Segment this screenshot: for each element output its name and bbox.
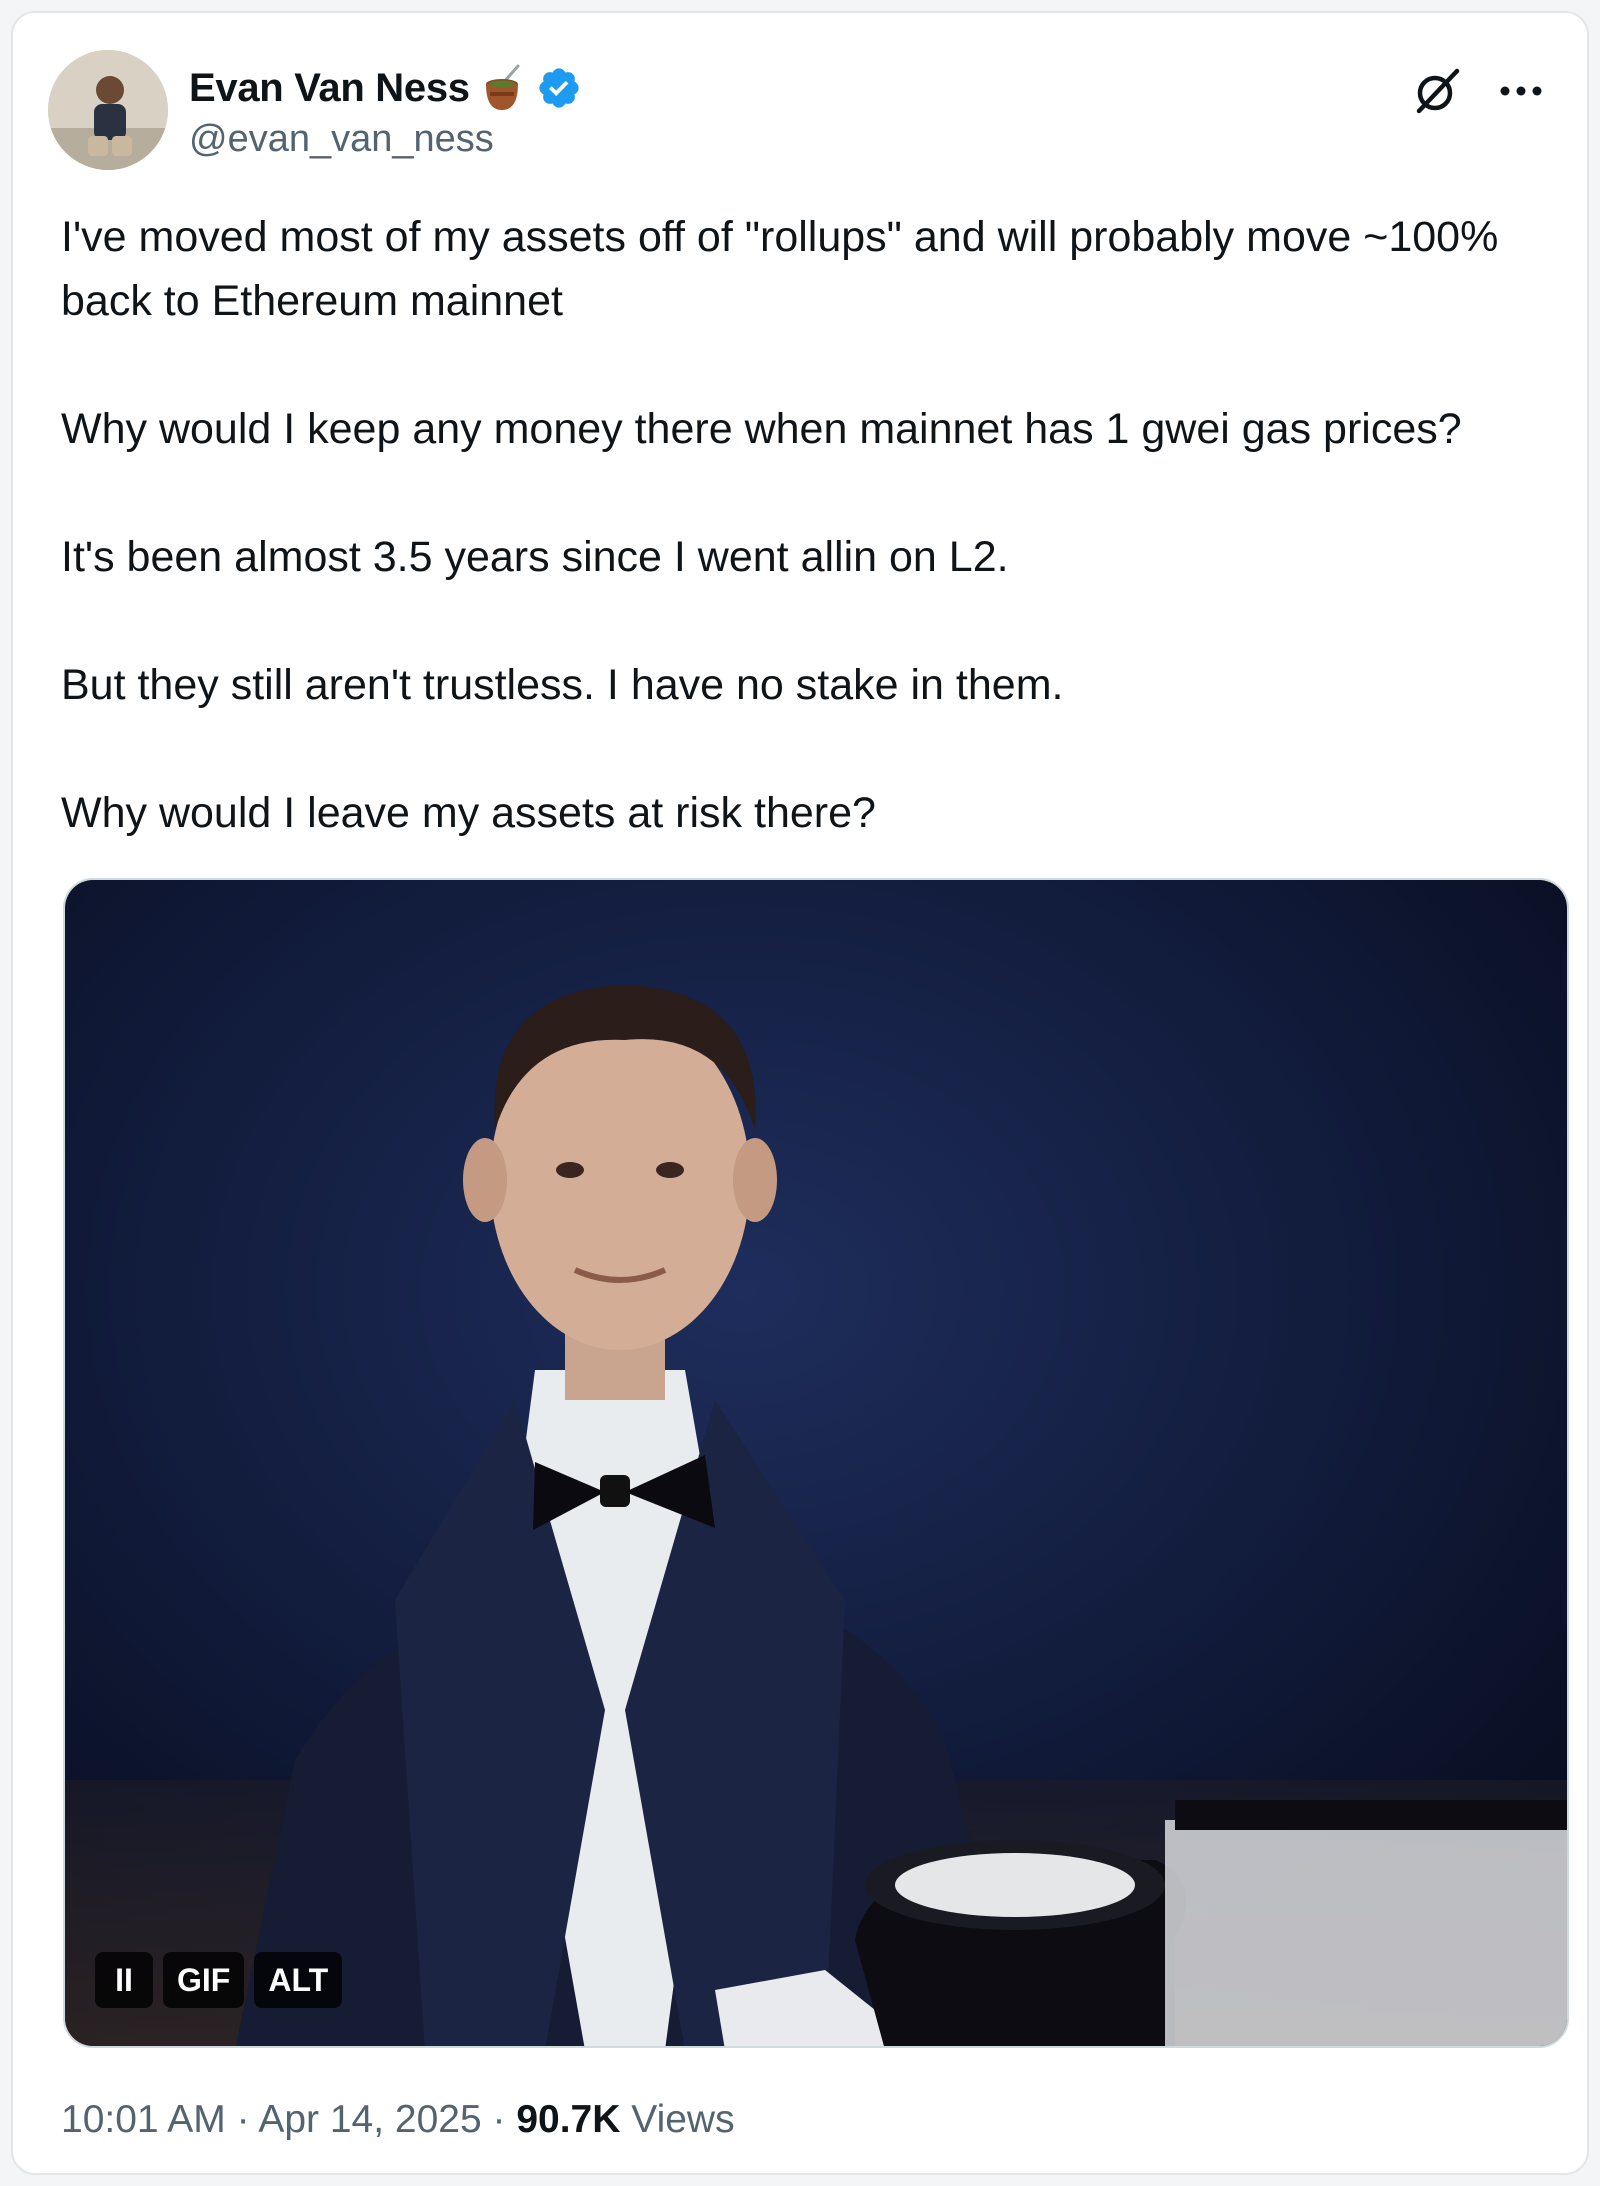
views-label: Views bbox=[631, 2098, 735, 2141]
meta-separator: · bbox=[236, 2098, 250, 2141]
tweet-card: Evan Van Ness @evan_van_ness I've moved … bbox=[11, 11, 1589, 2175]
tweet-paragraph: It's been almost 3.5 years since I went … bbox=[61, 533, 1009, 581]
pause-button[interactable]: II bbox=[95, 1952, 153, 2008]
gif-media[interactable]: II GIF ALT bbox=[63, 878, 1569, 2048]
views-count: 90.7K bbox=[516, 2098, 621, 2141]
more-icon[interactable] bbox=[1499, 81, 1543, 101]
tweet-paragraph: Why would I leave my assets at risk ther… bbox=[61, 789, 876, 837]
gif-frame bbox=[65, 880, 1567, 2046]
author-handle[interactable]: @evan_van_ness bbox=[189, 118, 494, 161]
verified-badge-icon bbox=[536, 65, 582, 111]
alt-text-button[interactable]: ALT bbox=[254, 1952, 343, 2008]
tweet-paragraph: I've moved most of my assets off of "rol… bbox=[61, 213, 1499, 325]
mate-drink-icon bbox=[482, 64, 524, 112]
meta-separator: · bbox=[492, 2098, 506, 2141]
tweet-date[interactable]: Apr 14, 2025 bbox=[258, 2098, 481, 2141]
tweet-paragraph: Why would I keep any money there when ma… bbox=[61, 405, 1462, 453]
media-badges: II GIF ALT bbox=[95, 1952, 343, 2008]
author-row: Evan Van Ness bbox=[189, 63, 582, 113]
author-name[interactable]: Evan Van Ness bbox=[189, 66, 470, 111]
avatar[interactable] bbox=[48, 50, 168, 170]
tweet-actions bbox=[1411, 65, 1543, 117]
tweet-meta: 10:01 AM · Apr 14, 2025 · 90.7K Views bbox=[61, 2098, 735, 2142]
tweet-time[interactable]: 10:01 AM bbox=[61, 2098, 226, 2141]
gif-badge: GIF bbox=[163, 1952, 245, 2008]
grok-icon[interactable] bbox=[1411, 65, 1463, 117]
tweet-paragraph: But they still aren't trustless. I have … bbox=[61, 661, 1064, 709]
tweet-text: I've moved most of my assets off of "rol… bbox=[61, 205, 1571, 845]
